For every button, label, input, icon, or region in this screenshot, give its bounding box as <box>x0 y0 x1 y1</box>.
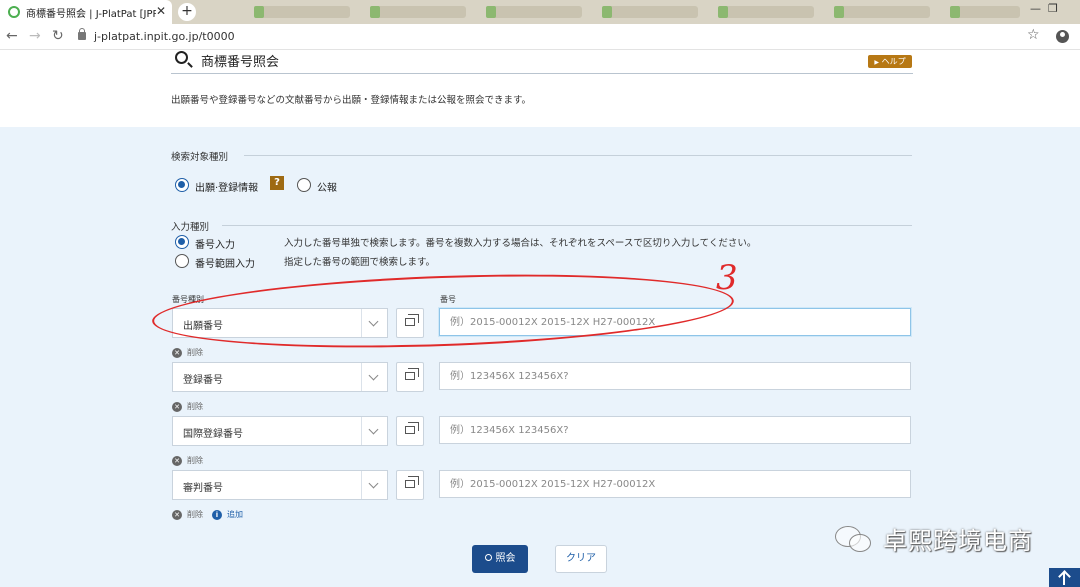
minimize-icon[interactable]: — <box>1030 2 1041 15</box>
divider <box>222 225 912 226</box>
search-form-panel: 検索対象種別 出願·登録情報 ? 公報 入力種別 番号入力 入力した番号単独で検… <box>0 127 1080 587</box>
close-circle-icon: ✕ <box>172 509 182 520</box>
copy-icon <box>405 422 419 434</box>
radio-application-registration[interactable] <box>175 178 189 192</box>
blurred-tab[interactable] <box>950 6 1020 18</box>
number-type-select[interactable]: 国際登録番号 <box>172 416 388 446</box>
blurred-tab[interactable] <box>834 6 930 18</box>
search-button[interactable]: 照会 <box>472 545 528 573</box>
question-help-icon[interactable]: ? <box>270 176 284 190</box>
url-text[interactable]: j-platpat.inpit.go.jp/t0000 <box>94 30 235 43</box>
delete-label: 削除 <box>187 456 203 465</box>
radio-label-gazette: 公報 <box>317 183 337 194</box>
bookmark-star-icon[interactable]: ☆ <box>1027 27 1040 43</box>
radio-number-input[interactable] <box>175 235 189 249</box>
select-value: 審判番号 <box>183 483 223 494</box>
number-input[interactable] <box>439 416 911 444</box>
watermark: 卓熙跨境电商 <box>835 521 1033 556</box>
close-circle-icon: ✕ <box>172 401 182 412</box>
scroll-to-top-button[interactable] <box>1049 568 1080 587</box>
title-row: 商標番号照会 ▶ ヘルプ <box>171 50 913 74</box>
select-separator <box>361 471 362 499</box>
radio-desc-number-range-input: 指定した番号の範囲で検索します。 <box>284 257 436 268</box>
tab-title: 商標番号照会 | J-PlatPat [JPP] <box>26 8 156 20</box>
delete-row-button[interactable]: ✕ 削除 <box>172 401 203 412</box>
copy-icon <box>405 368 419 380</box>
search-icon <box>484 554 492 561</box>
divider <box>244 155 912 156</box>
blurred-tab[interactable] <box>370 6 466 18</box>
red-annotation-number: 3 <box>716 258 738 298</box>
copy-icon <box>405 476 419 488</box>
account-icon[interactable] <box>1056 30 1069 43</box>
number-input[interactable] <box>439 362 911 390</box>
help-button[interactable]: ▶ ヘルプ <box>868 55 912 68</box>
close-circle-icon: ✕ <box>172 455 182 466</box>
browser-tabstrip: 商標番号照会 | J-PlatPat [JPP] ✕ + — ❐ <box>0 0 1080 24</box>
copy-row-button[interactable] <box>396 362 424 392</box>
chevron-down-icon <box>368 424 379 435</box>
blurred-tab[interactable] <box>602 6 698 18</box>
blurred-tab[interactable] <box>254 6 350 18</box>
radio-label-number-input: 番号入力 <box>195 240 235 251</box>
watermark-text: 卓熙跨境电商 <box>883 527 1033 555</box>
select-value: 国際登録番号 <box>183 429 243 440</box>
chevron-down-icon <box>368 478 379 489</box>
blurred-tab[interactable] <box>486 6 582 18</box>
radio-number-range-input[interactable] <box>175 254 189 268</box>
select-value: 登録番号 <box>183 375 223 386</box>
page-header: 商標番号照会 ▶ ヘルプ 出願番号や登録番号などの文献番号から出願・登録情報また… <box>0 50 1080 127</box>
new-tab-button[interactable]: + <box>178 3 196 21</box>
blurred-tab[interactable] <box>718 6 814 18</box>
page-description: 出願番号や登録番号などの文献番号から出願・登録情報または公報を照会できます。 <box>171 95 532 106</box>
search-button-label: 照会 <box>495 553 516 564</box>
clear-button[interactable]: クリア <box>555 545 607 573</box>
browser-tab-active[interactable]: 商標番号照会 | J-PlatPat [JPP] ✕ <box>0 0 172 24</box>
back-arrow-icon[interactable]: ← <box>6 28 18 44</box>
search-target-label: 検索対象種別 <box>171 152 229 163</box>
radio-label-number-range-input: 番号範囲入力 <box>195 259 255 270</box>
select-separator <box>361 363 362 391</box>
lock-icon <box>78 28 86 40</box>
tab-close-icon[interactable]: ✕ <box>156 4 166 18</box>
copy-row-button[interactable] <box>396 416 424 446</box>
help-label: ヘルプ <box>881 57 906 66</box>
add-row-button[interactable]: i 追加 <box>212 509 243 520</box>
chevron-down-icon <box>368 370 379 381</box>
maximize-icon[interactable]: ❐ <box>1048 2 1058 15</box>
delete-row-button[interactable]: ✕ 削除 <box>172 347 203 358</box>
add-label: 追加 <box>227 510 243 519</box>
input-type-label: 入力種別 <box>171 222 210 233</box>
jplatpat-favicon-icon <box>8 6 20 18</box>
add-circle-icon: i <box>212 509 222 520</box>
radio-gazette[interactable] <box>297 178 311 192</box>
delete-label: 削除 <box>187 510 203 519</box>
search-icon <box>175 51 188 64</box>
play-arrow-icon: ▶ <box>874 59 880 66</box>
number-type-select[interactable]: 審判番号 <box>172 470 388 500</box>
number-type-select[interactable]: 登録番号 <box>172 362 388 392</box>
reload-icon[interactable]: ↻ <box>52 28 64 44</box>
delete-row-button[interactable]: ✕ 削除 <box>172 455 203 466</box>
delete-label: 削除 <box>187 348 203 357</box>
address-bar: ← → ↻ j-platpat.inpit.go.jp/t0000 ☆ <box>0 24 1080 50</box>
delete-row-button[interactable]: ✕ 削除 <box>172 509 203 520</box>
forward-arrow-icon[interactable]: → <box>29 28 41 44</box>
radio-desc-number-input: 入力した番号単独で検索します。番号を複数入力する場合は、それぞれをスペースで区切… <box>284 238 757 249</box>
number-input[interactable] <box>439 470 911 498</box>
copy-row-button[interactable] <box>396 470 424 500</box>
close-circle-icon: ✕ <box>172 347 182 358</box>
radio-label-application-registration: 出願·登録情報 <box>195 183 259 194</box>
wechat-icon <box>835 524 875 554</box>
page-title: 商標番号照会 <box>201 55 280 70</box>
delete-label: 削除 <box>187 402 203 411</box>
select-separator <box>361 417 362 445</box>
